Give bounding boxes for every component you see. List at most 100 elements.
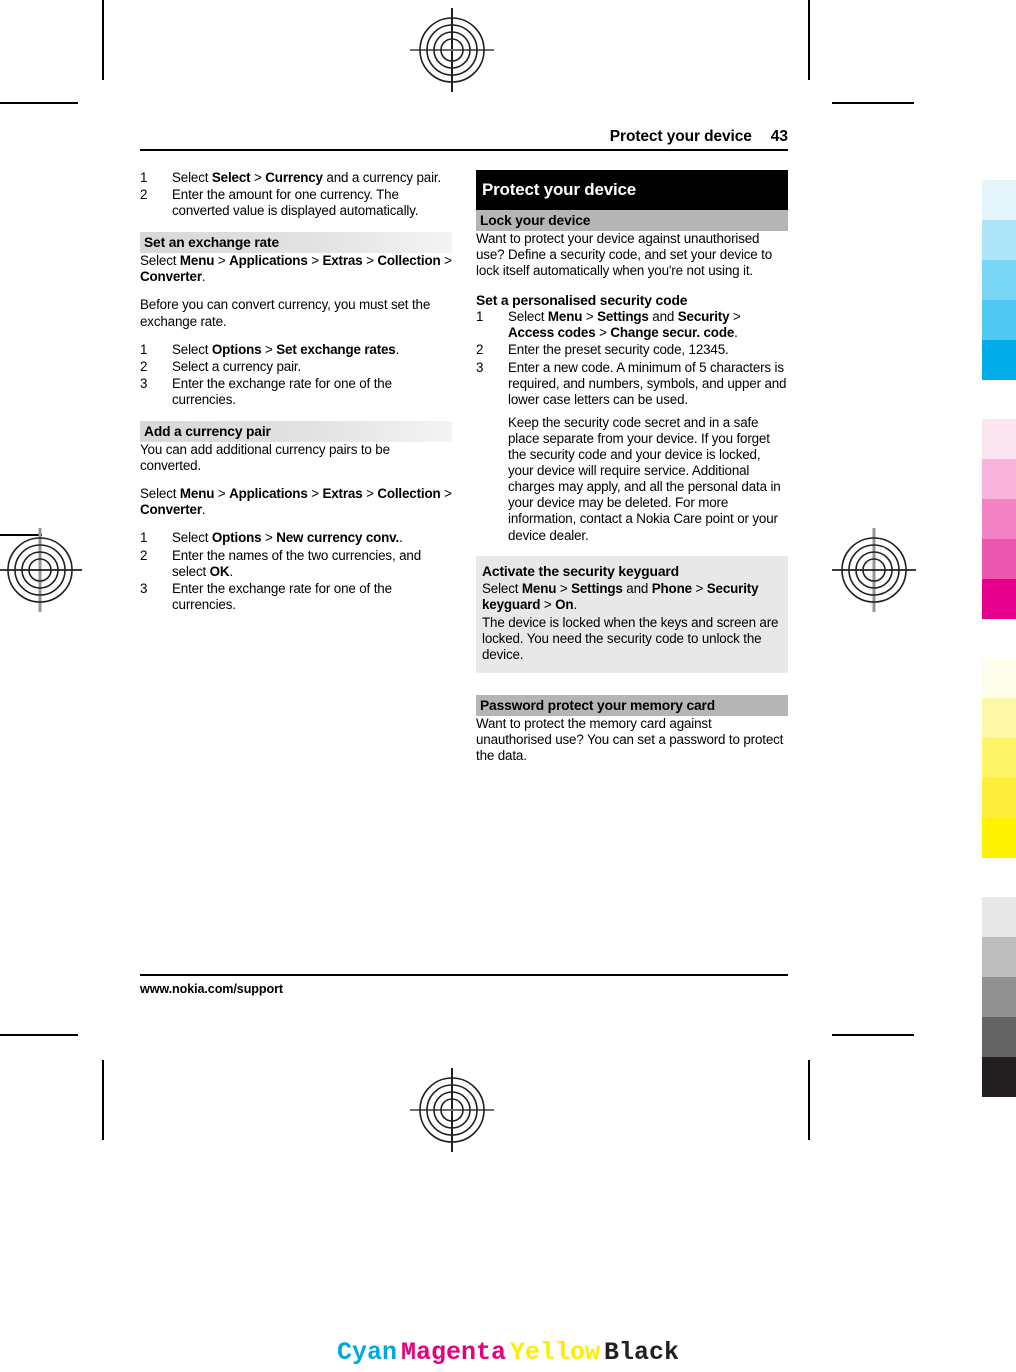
- left-column: 1 Select Select > Currency and a currenc…: [140, 170, 452, 764]
- list-item: 1 Select Options > Set exchange rates.: [140, 342, 452, 358]
- list-text: Enter the exchange rate for one of the c…: [172, 580, 392, 612]
- color-swatch-group-yellow: [982, 658, 1016, 858]
- page-content: Protect your device 43 1 Select Select > …: [140, 128, 788, 1008]
- cmyk-label-cyan: Cyan: [336, 1338, 397, 1367]
- registration-mark-right: [832, 528, 916, 612]
- registration-mark-top: [410, 8, 494, 92]
- list-text: Select Options > Set exchange rates.: [172, 341, 400, 357]
- cmyk-label-bar: Cyan Magenta Yellow Black: [0, 1338, 1016, 1367]
- list-note-gutter: [476, 415, 508, 544]
- color-swatch-group-black: [982, 897, 1016, 1097]
- path-converter-1: Select Menu > Applications > Extras > Co…: [140, 253, 452, 285]
- color-swatch: [982, 937, 1016, 977]
- list-number: 2: [140, 358, 148, 374]
- crop-mark-bottom-right-horizontal: [832, 1034, 914, 1036]
- list-item: 3 Enter a new code. A minimum of 5 chara…: [476, 360, 788, 408]
- list-text: Enter a new code. A minimum of 5 charact…: [508, 359, 787, 407]
- color-swatch: [982, 260, 1016, 300]
- color-swatch: [982, 579, 1016, 619]
- list-item: 1 Select Select > Currency and a currenc…: [140, 170, 452, 186]
- list-text: Enter the names of the two currencies, a…: [172, 547, 422, 579]
- registration-mark-bottom: [410, 1068, 494, 1152]
- color-swatch: [982, 340, 1016, 380]
- list-text: Select Menu > Settings and Security > Ac…: [508, 309, 741, 341]
- steps-currency-pair-list: 1 Select Options > New currency conv.. 2…: [140, 530, 452, 612]
- cmyk-label-magenta: Magenta: [400, 1338, 506, 1367]
- color-swatch: [982, 539, 1016, 579]
- intro-exchange-rate: Before you can convert currency, you mus…: [140, 297, 431, 329]
- body-security-keyguard: The device is locked when the keys and s…: [482, 614, 779, 662]
- list-text: Select Options > New currency conv..: [172, 530, 403, 546]
- color-swatch: [982, 977, 1016, 1017]
- list-number: 1: [140, 170, 148, 185]
- footer-url: www.nokia.com/support: [140, 982, 283, 996]
- color-swatch: [982, 1017, 1016, 1057]
- intro-currency-pair: You can add additional currency pairs to…: [140, 442, 390, 474]
- crop-mark-top-right-vertical: [808, 0, 810, 80]
- heading-set-an-exchange-rate: Set an exchange rate: [140, 232, 452, 254]
- list-text: Enter the amount for one currency. The c…: [172, 187, 419, 219]
- color-swatch: [982, 1057, 1016, 1097]
- cmyk-label-black: Black: [604, 1338, 680, 1367]
- list-number: 3: [476, 359, 484, 375]
- color-swatch: [982, 658, 1016, 698]
- two-column-body: 1 Select Select > Currency and a currenc…: [140, 170, 788, 764]
- page-number: 43: [770, 128, 788, 145]
- list-number: 1: [476, 309, 484, 325]
- list-number: 2: [476, 342, 484, 358]
- color-swatch: [982, 499, 1016, 539]
- color-swatch: [982, 180, 1016, 220]
- list-text: Enter the preset security code, 12345.: [508, 342, 729, 358]
- list-item: 2 Enter the amount for one currency. The…: [140, 187, 452, 219]
- color-swatch: [982, 778, 1016, 818]
- heading-set-personalised-security-code: Set a personalised security code: [476, 292, 688, 309]
- block-activate-security-keyguard: Activate the security keyguard Select Me…: [476, 555, 788, 674]
- list-item: 2 Enter the names of the two currencies,…: [140, 548, 452, 580]
- list-number: 2: [140, 187, 148, 203]
- crop-mark-bottom-right-vertical: [808, 1060, 810, 1140]
- crop-mark-top-left-horizontal: [0, 102, 78, 104]
- header-title: Protect your device: [609, 128, 752, 145]
- path-converter-2: Select Menu > Applications > Extras > Co…: [140, 486, 452, 518]
- color-swatch: [982, 738, 1016, 778]
- crop-mark-bottom-left-vertical: [102, 1060, 104, 1140]
- color-swatch-group-cyan: [982, 180, 1016, 380]
- list-text: Select Select > Currency and a currency …: [172, 170, 442, 185]
- color-swatch: [982, 818, 1016, 858]
- page-header: Protect your device 43: [140, 128, 788, 151]
- intro-lock-your-device: Want to protect your device against unau…: [476, 231, 773, 279]
- steps-exchange-rate-list: 1 Select Options > Set exchange rates. 2…: [140, 342, 452, 408]
- steps-top-list: 1 Select Select > Currency and a currenc…: [140, 170, 452, 219]
- list-number: 1: [140, 530, 148, 546]
- list-number: 1: [140, 341, 148, 357]
- color-swatch-group-magenta: [982, 419, 1016, 619]
- registration-mark-left: [0, 528, 82, 612]
- list-text: Select a currency pair.: [172, 358, 302, 374]
- color-swatch: [982, 300, 1016, 340]
- list-number: 2: [140, 547, 148, 563]
- crop-mark-top-left-vertical: [102, 0, 104, 80]
- steps-security-code-list: 1 Select Menu > Settings and Security > …: [476, 309, 788, 543]
- color-swatch: [982, 220, 1016, 260]
- list-text: Enter the exchange rate for one of the c…: [172, 375, 392, 407]
- body-password-protect-memory-card: Want to protect the memory card against …: [476, 716, 784, 764]
- security-code-note: Keep the security code secret and in a s…: [508, 414, 781, 543]
- heading-password-protect-memory-card: Password protect your memory card: [476, 695, 788, 717]
- color-swatch: [982, 897, 1016, 937]
- color-swatch: [982, 459, 1016, 499]
- list-item: 2 Select a currency pair.: [140, 359, 452, 375]
- list-item-note: Keep the security code secret and in a s…: [476, 415, 788, 544]
- heading-lock-your-device: Lock your device: [476, 210, 788, 231]
- list-item: 1 Select Menu > Settings and Security > …: [476, 309, 788, 341]
- page-footer: www.nokia.com/support: [140, 974, 788, 998]
- list-number: 3: [140, 580, 148, 596]
- list-item: 3 Enter the exchange rate for one of the…: [140, 376, 452, 408]
